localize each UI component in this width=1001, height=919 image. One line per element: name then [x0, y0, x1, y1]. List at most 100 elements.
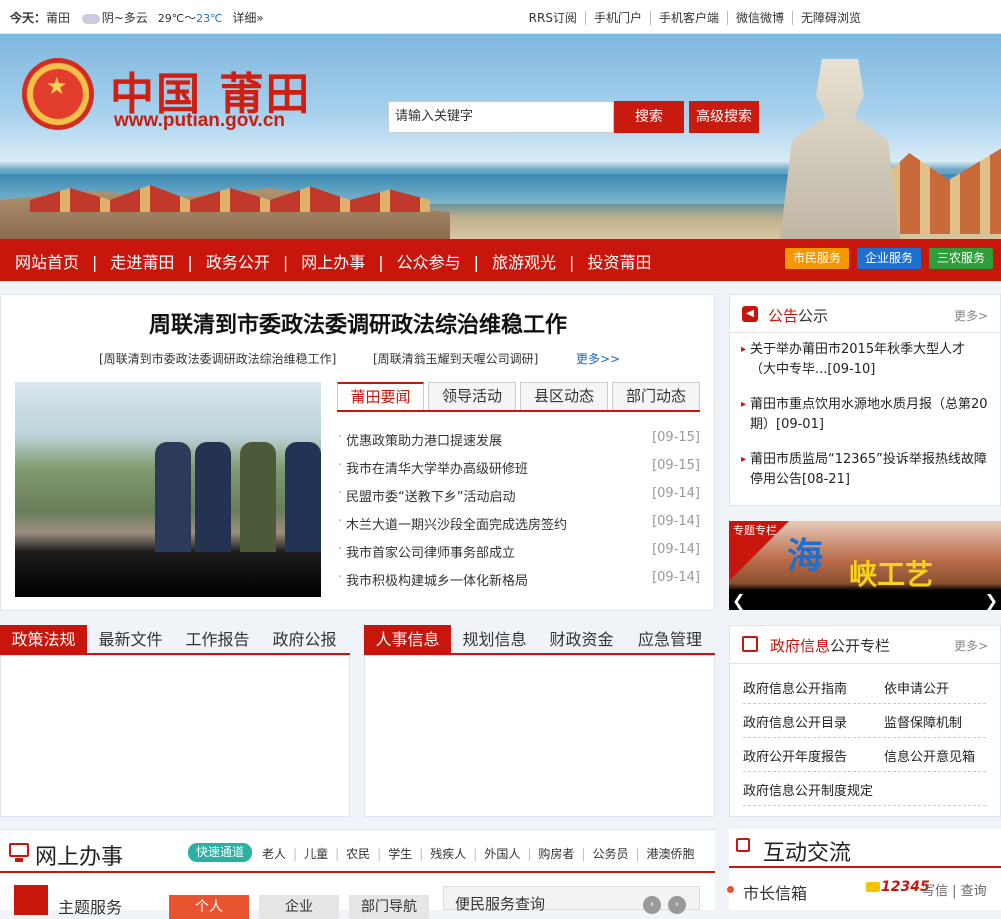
- govinfo-link[interactable]: 监督保障机制: [884, 712, 962, 731]
- mayor-mailbox-label[interactable]: 市长信箱: [743, 880, 807, 904]
- headline-more-link[interactable]: 更多>>: [576, 350, 620, 367]
- link-row: 政府信息公开目录 监督保障机制: [743, 704, 986, 738]
- tab-gov-gazette[interactable]: 政府公报: [261, 625, 348, 655]
- tab-personnel[interactable]: 人事信息: [364, 625, 451, 655]
- link-row: 政府信息公开指南 依申请公开: [743, 670, 986, 704]
- nav-about[interactable]: 走进莆田: [110, 253, 174, 272]
- headline-sub-1[interactable]: [周联清到市委政法委调研政法综治维稳工作]: [99, 350, 336, 367]
- chevron-left-icon[interactable]: ‹: [643, 896, 661, 914]
- category-link[interactable]: 港澳侨胞: [647, 847, 695, 861]
- news-item[interactable]: · 我市在清华大学举办高级研修班 [09-15]: [338, 458, 700, 478]
- chevron-left-icon[interactable]: ❮: [732, 591, 745, 610]
- news-title[interactable]: 优惠政策助力港口提速发展: [346, 434, 502, 449]
- news-date: [09-14]: [652, 570, 700, 585]
- section-underline: [0, 871, 715, 873]
- category-link[interactable]: 农民: [346, 847, 370, 861]
- nav-tourism[interactable]: 旅游观光: [492, 253, 556, 272]
- rss-link[interactable]: RRS订阅: [520, 11, 586, 25]
- wechat-weibo-link[interactable]: 微信微博: [727, 11, 793, 25]
- weather-detail-link[interactable]: 详细»: [232, 11, 263, 25]
- nav-gov-affairs[interactable]: 政务公开: [206, 253, 270, 272]
- notice-text[interactable]: 莆田市重点饮用水源地水质月报（总第20期）[09-01]: [750, 397, 988, 432]
- notice-more-link[interactable]: 更多>: [954, 307, 988, 324]
- accessibility-link[interactable]: 无障碍浏览: [793, 11, 869, 25]
- main-nav: 网站首页 | 走进莆田 | 政务公开 | 网上办事 | 公众参与 | 旅游观光 | 投资莆田 市民服务 …: [0, 239, 1001, 281]
- nav-separator: |: [473, 253, 480, 272]
- headline-sub-2[interactable]: [周联清翁玉耀到天喔公司调研]: [373, 350, 538, 367]
- category-link[interactable]: 儿童: [304, 847, 328, 861]
- news-title[interactable]: 我市积极构建城乡一体化新格局: [346, 574, 528, 589]
- news-title[interactable]: 木兰大道一期兴沙段全面完成选房签约: [346, 518, 567, 533]
- quick-channel-badge: 快速通道: [188, 843, 252, 862]
- citizen-service-button[interactable]: 市民服务: [785, 248, 849, 269]
- chevron-right-icon[interactable]: ›: [668, 896, 686, 914]
- temp-high: 29℃: [157, 12, 185, 25]
- category-link[interactable]: 老人: [262, 847, 286, 861]
- news-title[interactable]: 民盟市委“送教下乡”活动启动: [346, 490, 515, 505]
- agri-service-button[interactable]: 三农服务: [929, 248, 993, 269]
- govinfo-link[interactable]: 政府信息公开制度规定: [743, 780, 873, 799]
- category-link[interactable]: 残疾人: [430, 847, 466, 861]
- govinfo-link[interactable]: 政府信息公开目录: [743, 712, 847, 731]
- category-link[interactable]: 购房者: [538, 847, 574, 861]
- nav-investment[interactable]: 投资莆田: [587, 253, 651, 272]
- news-item[interactable]: · 我市首家公司律师事务部成立 [09-14]: [338, 542, 700, 562]
- tab-emergency[interactable]: 应急管理: [625, 625, 715, 655]
- notice-item[interactable]: ▸ 莆田市重点饮用水源地水质月报（总第20期）[09-01]: [741, 395, 990, 435]
- news-title[interactable]: 我市首家公司律师事务部成立: [346, 546, 515, 561]
- category-link[interactable]: 外国人: [484, 847, 520, 861]
- special-topic-banner[interactable]: 专题专栏 海 峡工艺 ❮ ❯: [729, 521, 1001, 610]
- link-row: 政府公开年度报告 信息公开意见箱: [743, 738, 986, 772]
- notice-item[interactable]: ▸ 关于举办莆田市2015年秋季大型人才（大中专毕...[09-10]: [741, 340, 990, 380]
- mobile-portal-link[interactable]: 手机门户: [585, 11, 651, 25]
- tab-dept-news[interactable]: 部门动态: [612, 382, 700, 411]
- tab-policy[interactable]: 政策法规: [0, 625, 87, 655]
- nav-separator: |: [282, 253, 289, 272]
- govinfo-link[interactable]: 依申请公开: [884, 678, 949, 697]
- enterprise-button[interactable]: 企业: [259, 895, 339, 919]
- arrow-icon: ▸: [741, 399, 747, 410]
- nav-online-service[interactable]: 网上办事: [301, 253, 365, 272]
- tab-leader-activity[interactable]: 领导活动: [428, 382, 516, 411]
- search-button[interactable]: 搜索: [614, 101, 684, 133]
- news-title[interactable]: 我市在清华大学举办高级研修班: [346, 462, 528, 477]
- city-name: 莆田: [46, 11, 71, 25]
- govinfo-link[interactable]: 信息公开意见箱: [884, 746, 975, 765]
- govinfo-more-link[interactable]: 更多>: [954, 637, 988, 654]
- category-link[interactable]: 公务员: [592, 847, 628, 861]
- nav-home[interactable]: 网站首页: [15, 253, 79, 272]
- dept-nav-button[interactable]: 部门导航: [349, 895, 429, 919]
- monitor-icon: [9, 843, 29, 857]
- news-item[interactable]: · 木兰大道一期兴沙段全面完成选房签约 [09-14]: [338, 514, 700, 534]
- convenience-title: 便民服务查询: [455, 895, 546, 913]
- news-photo[interactable]: [15, 382, 321, 597]
- tab-planning[interactable]: 规划信息: [451, 625, 538, 655]
- notice-text[interactable]: 莆田市质监局“12365”投诉举报热线故障停用公告[08-21]: [750, 452, 987, 487]
- mobile-client-link[interactable]: 手机客户端: [650, 11, 728, 25]
- advanced-search-button[interactable]: 高级搜索: [689, 101, 759, 133]
- notice-text[interactable]: 关于举办莆田市2015年秋季大型人才（大中专毕...[09-10]: [750, 342, 965, 377]
- search-input[interactable]: 请输入关键字: [388, 101, 614, 133]
- govinfo-link[interactable]: 政府公开年度报告: [743, 746, 847, 765]
- category-link[interactable]: 学生: [388, 847, 412, 861]
- tab-work-report[interactable]: 工作报告: [174, 625, 261, 655]
- notice-item[interactable]: ▸ 莆田市质监局“12365”投诉举报热线故障停用公告[08-21]: [741, 450, 990, 490]
- news-item[interactable]: · 民盟市委“送教下乡”活动启动 [09-14]: [338, 486, 700, 506]
- photo-person: [195, 442, 231, 552]
- personal-button[interactable]: 个人: [169, 895, 249, 919]
- tab-county-news[interactable]: 县区动态: [520, 382, 608, 411]
- mailbox-links[interactable]: 写信 | 查询: [922, 880, 987, 899]
- news-item[interactable]: · 我市积极构建城乡一体化新格局 [09-14]: [338, 570, 700, 590]
- chevron-right-icon[interactable]: ❯: [985, 591, 998, 610]
- cloud-icon: [81, 13, 100, 24]
- tab-finance[interactable]: 财政资金: [538, 625, 625, 655]
- tab-putian-news[interactable]: 莆田要闻: [337, 382, 424, 411]
- nav-participation[interactable]: 公众参与: [397, 253, 461, 272]
- headline-title[interactable]: 周联清到市委政法委调研政法综治维稳工作: [1, 307, 715, 339]
- govinfo-link[interactable]: 政府信息公开指南: [743, 678, 847, 697]
- enterprise-service-button[interactable]: 企业服务: [857, 248, 921, 269]
- tab-latest-docs[interactable]: 最新文件: [87, 625, 174, 655]
- news-item[interactable]: · 优惠政策助力港口提速发展 [09-15]: [338, 430, 700, 450]
- bullet-icon: ·: [338, 430, 343, 445]
- tab-underline: [337, 410, 700, 412]
